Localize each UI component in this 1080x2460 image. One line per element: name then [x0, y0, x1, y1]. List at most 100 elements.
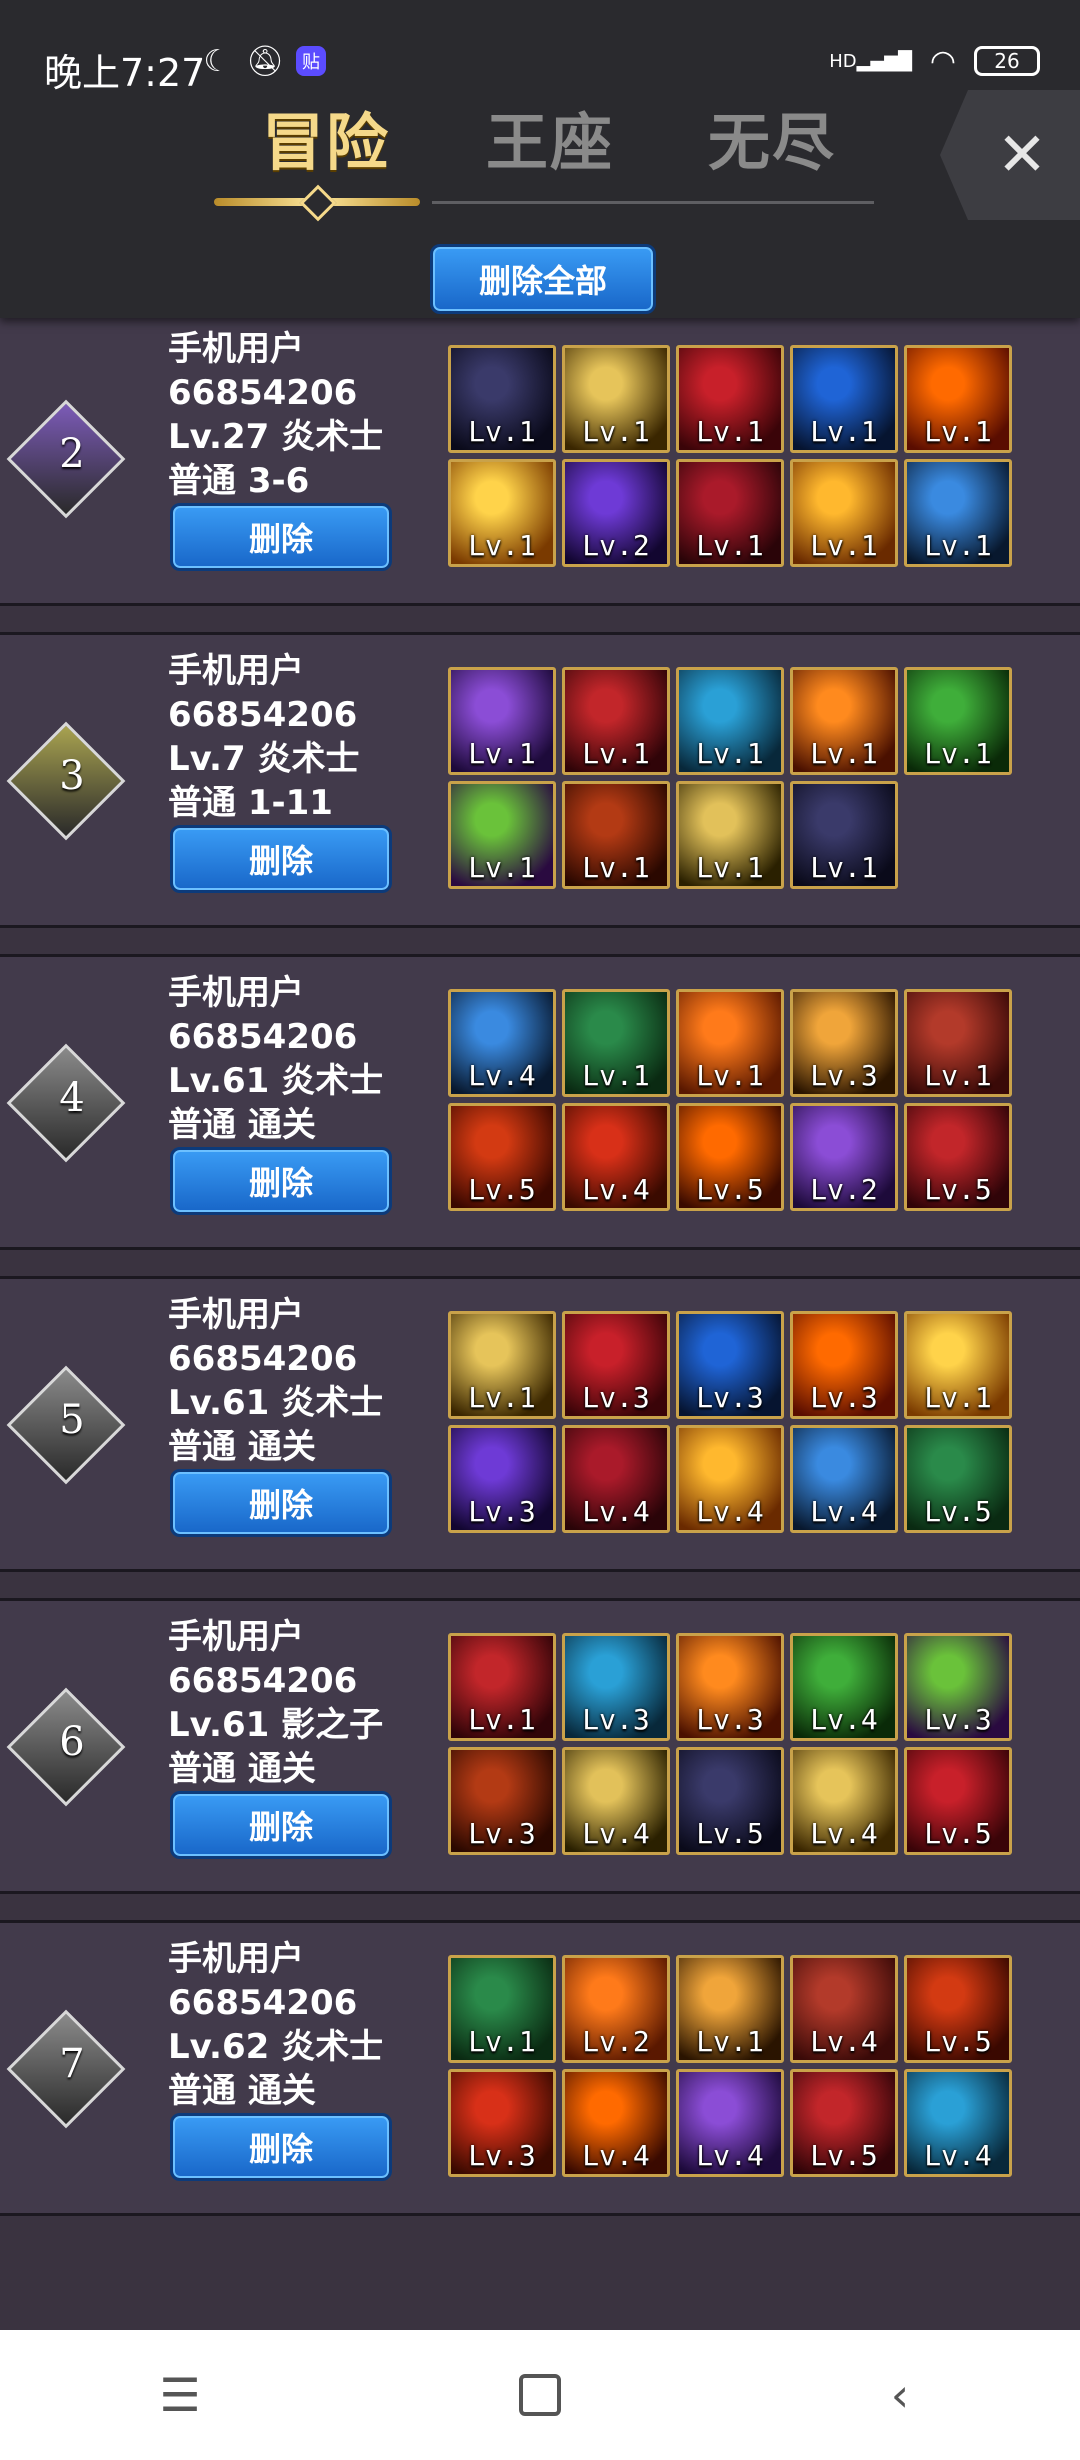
skill-level: Lv.1 — [582, 737, 650, 770]
record-info: 手机用户 66854206 Lv.61 炎术士 普通 通关 — [168, 1293, 383, 1469]
record-info: 手机用户 66854206 Lv.27 炎术士 普通 3-6 — [168, 327, 383, 503]
skill-icon: Lv.3 — [904, 1633, 1012, 1741]
close-button[interactable]: ✕ — [940, 90, 1080, 220]
skill-icon: Lv.1 — [790, 781, 898, 889]
stage: 普通 1-11 — [168, 783, 333, 823]
skill-level: Lv.3 — [582, 1703, 650, 1736]
tab-throne[interactable]: 王座 — [486, 92, 614, 182]
skill-icon: Lv.3 — [790, 1311, 898, 1419]
record-info: 手机用户 66854206 Lv.62 炎术士 普通 通关 — [168, 1937, 383, 2113]
skill-icon: Lv.4 — [562, 2069, 670, 2177]
back-icon[interactable]: ‹ — [855, 2350, 945, 2440]
home-icon[interactable] — [495, 2350, 585, 2440]
tab-endless[interactable]: 无尽 — [708, 92, 836, 182]
skill-icon: Lv.4 — [676, 2069, 784, 2177]
skill-icon: Lv.5 — [904, 1103, 1012, 1211]
skill-level: Lv.1 — [582, 1059, 650, 1092]
delete-all-button[interactable]: 删除全部 — [430, 244, 656, 314]
level-class: Lv.61 影之子 — [168, 1705, 384, 1745]
user-id: 66854206 — [168, 1017, 358, 1057]
rank-number: 2 — [59, 431, 85, 477]
skill-icon: Lv.1 — [562, 345, 670, 453]
menu-icon[interactable]: ☰ — [135, 2350, 225, 2440]
system-nav-bar: ☰ ‹ — [0, 2330, 1080, 2460]
skill-icon: Lv.1 — [904, 459, 1012, 567]
skill-grid: Lv.1 Lv.3 Lv.3 Lv.4 Lv.3 Lv.3 Lv.4 Lv.5 Lv.4 Lv.5 — [448, 1633, 1020, 1855]
skill-icon: Lv.4 — [562, 1425, 670, 1533]
skill-icon: Lv.1 — [676, 1955, 784, 2063]
delete-button[interactable]: 删除 — [170, 1147, 392, 1215]
skill-level: Lv.1 — [582, 851, 650, 884]
skill-level: Lv.3 — [696, 1703, 764, 1736]
skill-level: Lv.2 — [582, 2025, 650, 2058]
user-id: 66854206 — [168, 695, 358, 735]
stage: 普通 3-6 — [168, 461, 310, 501]
status-time: 晚上7:27 — [44, 51, 206, 95]
skill-level: Lv.3 — [810, 1381, 878, 1414]
skill-level: Lv.1 — [468, 851, 536, 884]
tab-adventure[interactable]: 冒险 — [262, 92, 390, 182]
skill-level: Lv.4 — [582, 1817, 650, 1850]
skill-icon: Lv.5 — [790, 2069, 898, 2177]
user-name: 手机用户 — [168, 1939, 304, 1979]
rank-number: 7 — [59, 2041, 85, 2087]
record-info: 手机用户 66854206 Lv.61 炎术士 普通 通关 — [168, 971, 383, 1147]
skill-level: Lv.1 — [696, 529, 764, 562]
skill-icon: Lv.3 — [448, 2069, 556, 2177]
skill-icon: Lv.1 — [904, 989, 1012, 1097]
skill-level: Lv.4 — [582, 2139, 650, 2172]
skill-level: Lv.1 — [924, 415, 992, 448]
delete-button[interactable]: 删除 — [170, 2113, 392, 2181]
skill-icon: Lv.1 — [448, 1633, 556, 1741]
skill-icon: Lv.1 — [448, 1955, 556, 2063]
skill-icon: Lv.4 — [562, 1103, 670, 1211]
user-name: 手机用户 — [168, 1617, 304, 1657]
stage: 普通 通关 — [168, 2071, 316, 2111]
skill-icon: Lv.1 — [904, 667, 1012, 775]
skill-level: Lv.4 — [810, 1703, 878, 1736]
skill-icon: Lv.1 — [448, 781, 556, 889]
skill-level: Lv.2 — [582, 529, 650, 562]
skill-icon: Lv.3 — [562, 1633, 670, 1741]
skill-icon: Lv.1 — [790, 345, 898, 453]
delete-button[interactable]: 删除 — [170, 1791, 392, 1859]
stage: 普通 通关 — [168, 1749, 316, 1789]
user-id: 66854206 — [168, 1339, 358, 1379]
record-list[interactable]: 2 手机用户 66854206 Lv.27 炎术士 普通 3-6 删除 Lv.1 Lv.1 Lv… — [0, 318, 1080, 2330]
skill-icon: Lv.3 — [790, 989, 898, 1097]
skill-level: Lv.1 — [696, 1059, 764, 1092]
delete-button[interactable]: 删除 — [170, 1469, 392, 1537]
tab-bar: 冒险 王座 无尽 — [0, 92, 900, 182]
app-badge-icon: 贴 — [296, 46, 326, 76]
bell-off-icon: 🔕︎ — [245, 43, 285, 79]
skill-level: Lv.1 — [468, 1381, 536, 1414]
skill-level: Lv.5 — [924, 1173, 992, 1206]
user-id: 66854206 — [168, 373, 358, 413]
rank-number: 5 — [59, 1397, 85, 1443]
skill-icon: Lv.3 — [562, 1311, 670, 1419]
skill-grid: Lv.4 Lv.1 Lv.1 Lv.3 Lv.1 Lv.5 Lv.4 Lv.5 Lv.2 Lv.5 — [448, 989, 1020, 1211]
skill-icon: Lv.1 — [676, 667, 784, 775]
skill-level: Lv.1 — [696, 415, 764, 448]
skill-icon: Lv.1 — [790, 667, 898, 775]
skill-icon: Lv.1 — [448, 667, 556, 775]
battery-icon: 26 — [974, 46, 1040, 76]
skill-level: Lv.4 — [696, 2139, 764, 2172]
skill-icon: Lv.4 — [790, 1633, 898, 1741]
skill-icon: Lv.4 — [562, 1747, 670, 1855]
skill-level: Lv.3 — [582, 1381, 650, 1414]
skill-level: Lv.4 — [582, 1173, 650, 1206]
record-info: 手机用户 66854206 Lv.7 炎术士 普通 1-11 — [168, 649, 359, 825]
skill-icon: Lv.1 — [676, 781, 784, 889]
skill-icon: Lv.4 — [904, 2069, 1012, 2177]
skill-level: Lv.4 — [696, 1495, 764, 1528]
level-class: Lv.61 炎术士 — [168, 1061, 384, 1101]
skill-icon: Lv.5 — [448, 1103, 556, 1211]
rank-number: 4 — [59, 1075, 85, 1121]
skill-icon: Lv.1 — [448, 459, 556, 567]
skill-level: Lv.4 — [810, 2025, 878, 2058]
delete-button[interactable]: 删除 — [170, 825, 392, 893]
delete-button[interactable]: 删除 — [170, 503, 392, 571]
skill-icon: Lv.1 — [676, 989, 784, 1097]
rank-number: 3 — [59, 753, 85, 799]
